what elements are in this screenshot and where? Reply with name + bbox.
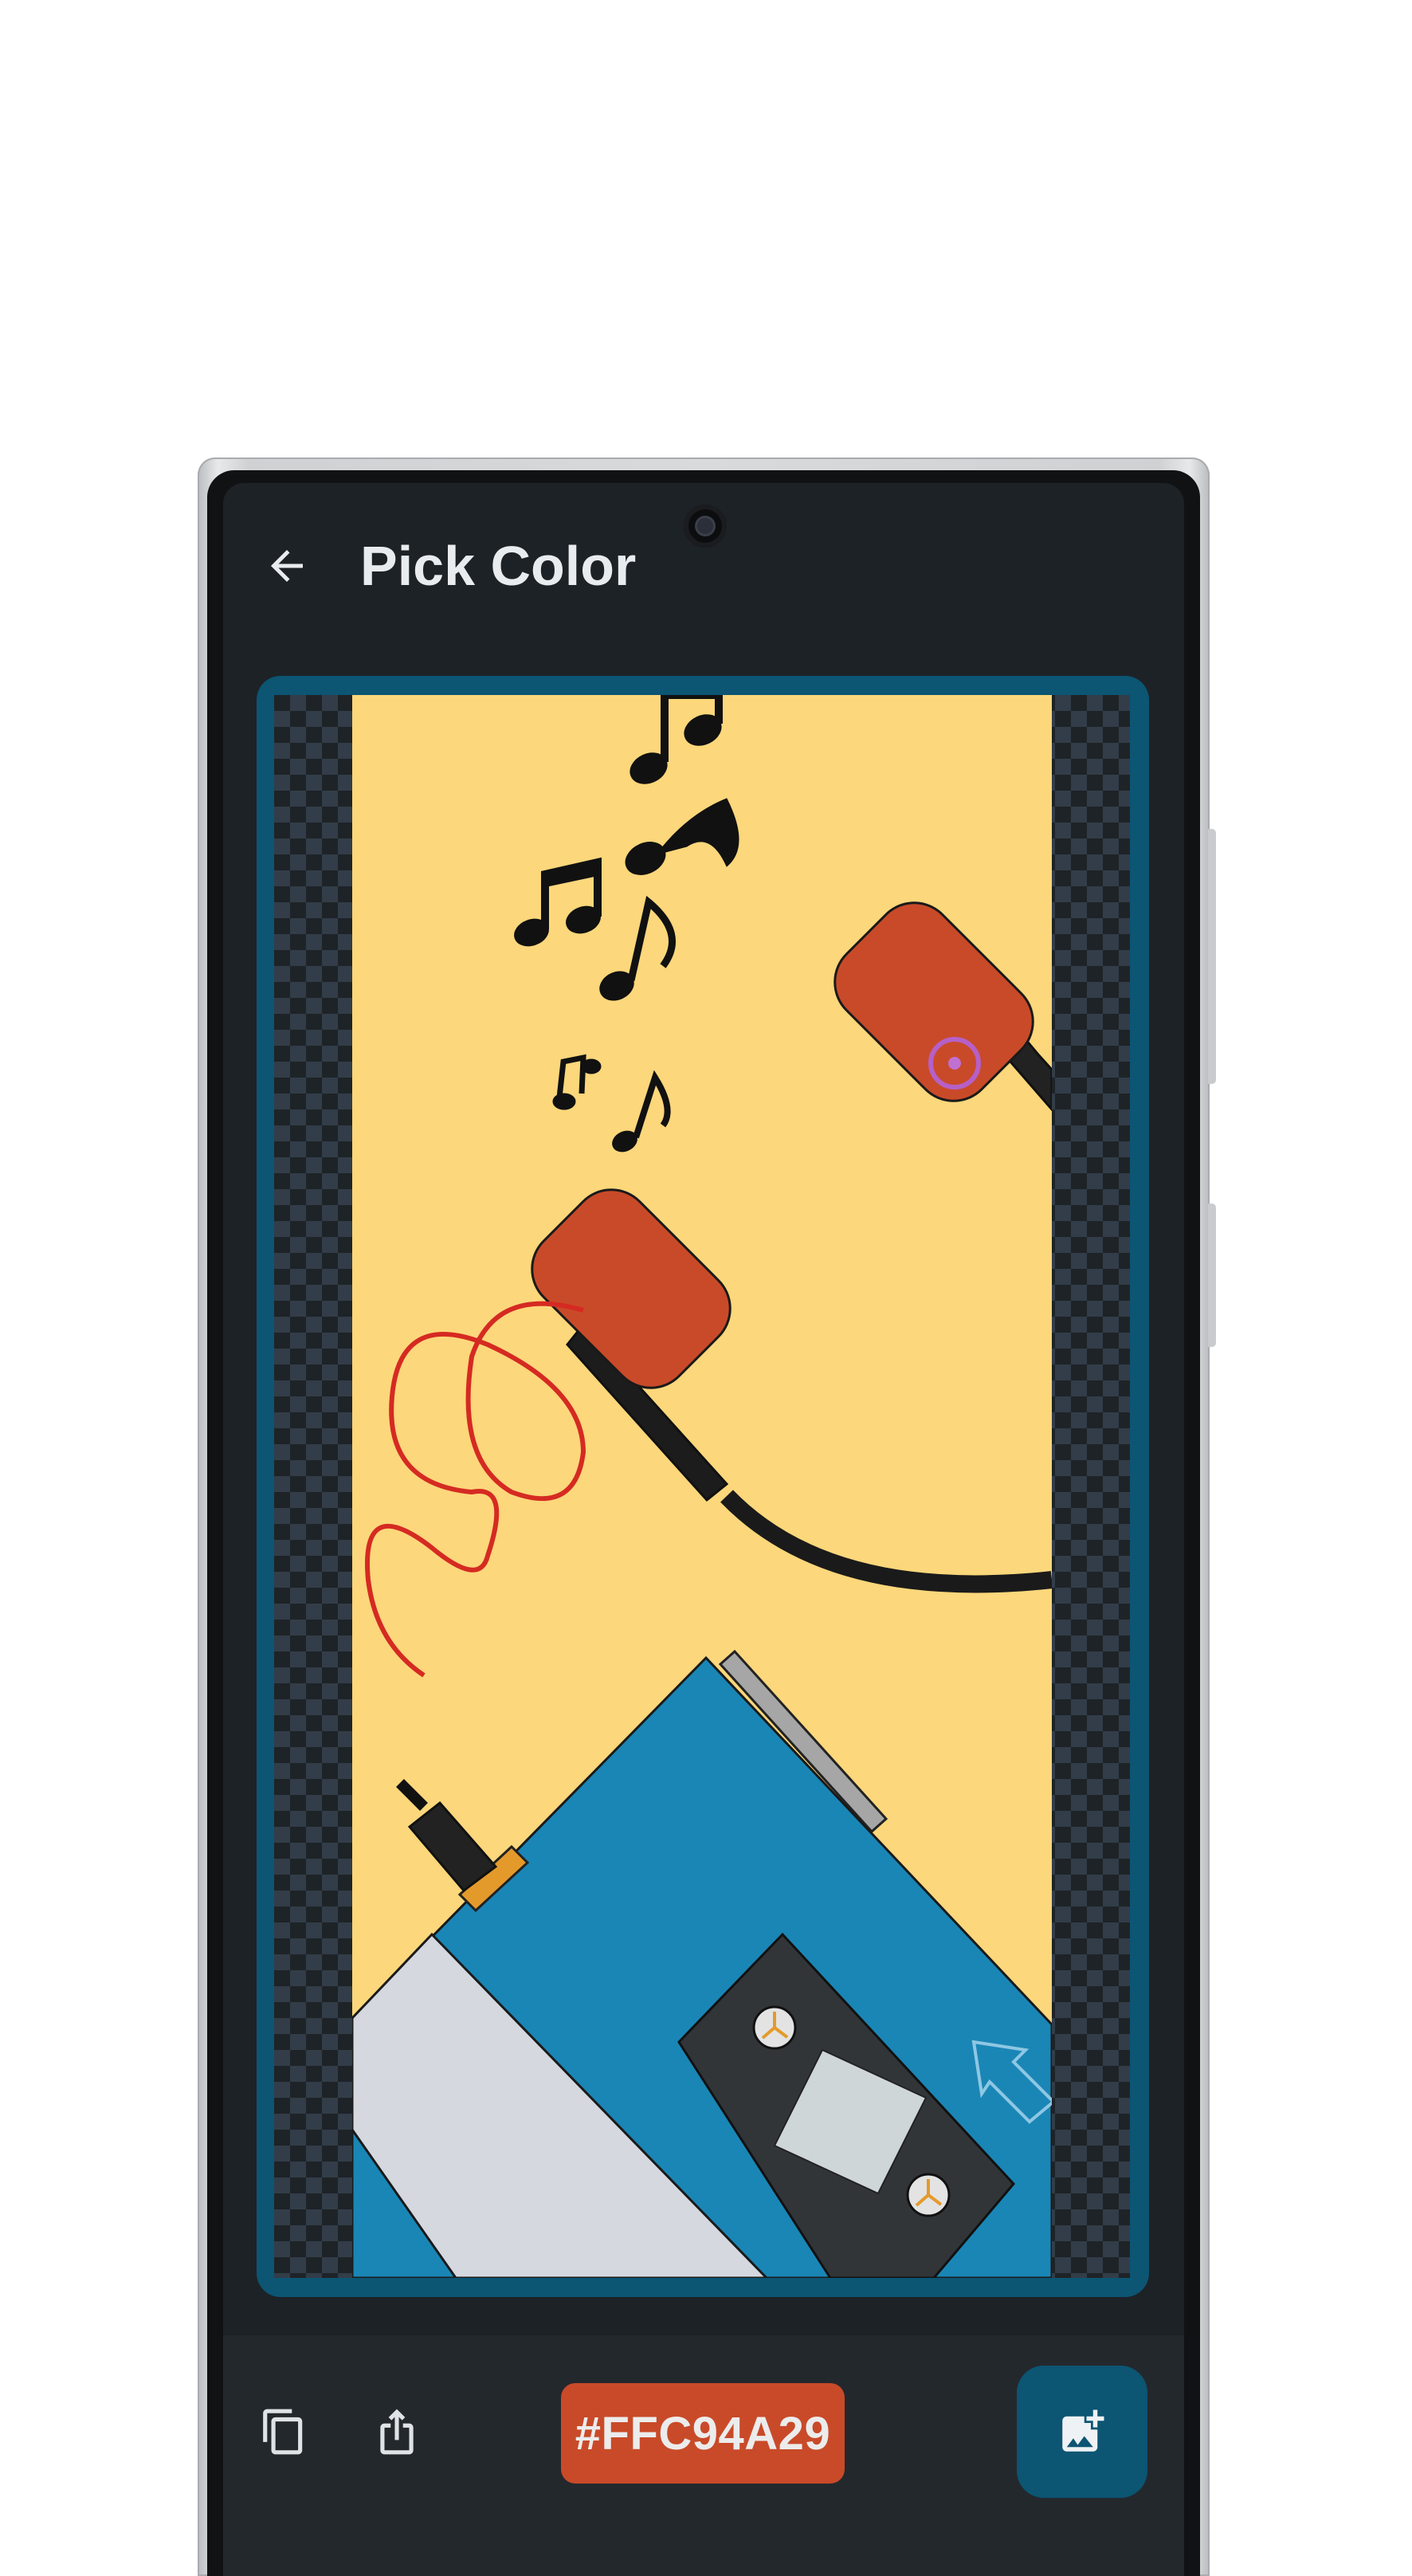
arrow-left-icon bbox=[271, 550, 303, 582]
front-camera bbox=[684, 505, 727, 548]
copy-button[interactable] bbox=[248, 2396, 320, 2468]
pick-image-button[interactable] bbox=[1017, 2366, 1147, 2498]
copy-icon bbox=[263, 2409, 303, 2455]
selected-color-chip[interactable]: #FFC94A29 bbox=[561, 2383, 845, 2484]
back-button[interactable] bbox=[255, 534, 319, 598]
image-canvas[interactable] bbox=[274, 695, 1130, 2278]
share-icon bbox=[380, 2409, 414, 2455]
picked-image[interactable] bbox=[352, 695, 1052, 2278]
share-button[interactable] bbox=[361, 2396, 433, 2468]
device-side-button-top bbox=[1208, 829, 1216, 1084]
page-title: Pick Color bbox=[360, 535, 637, 597]
add-image-icon bbox=[1062, 2409, 1104, 2452]
device-side-button-bottom bbox=[1208, 1204, 1216, 1347]
